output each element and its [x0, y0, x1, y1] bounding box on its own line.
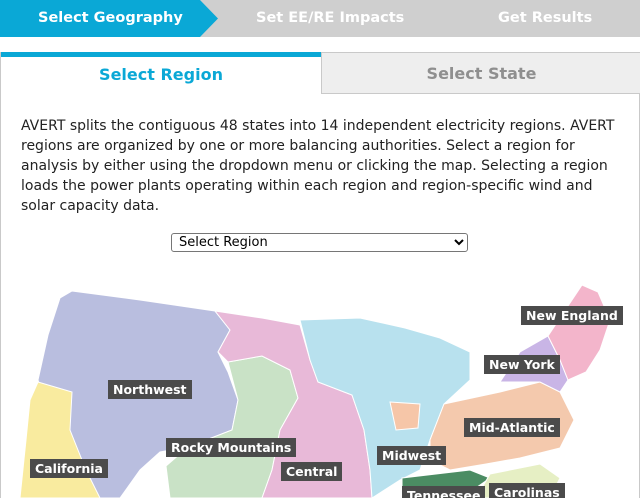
map-label-mid-atlantic[interactable]: Mid-Atlantic: [464, 418, 560, 437]
region-dropdown[interactable]: Select Region: [171, 233, 468, 252]
step-select-geography[interactable]: Select Geography: [38, 0, 183, 37]
tab-select-region[interactable]: Select Region: [1, 52, 321, 94]
step-set-impacts[interactable]: Set EE/RE Impacts: [256, 0, 404, 37]
map-label-california[interactable]: California: [30, 459, 108, 478]
intro-text: AVERT splits the contiguous 48 states in…: [21, 118, 615, 214]
map-label-new-york[interactable]: New York: [484, 355, 560, 374]
step-progress-bar: Select Geography Set EE/RE Impacts Get R…: [0, 0, 640, 37]
map-label-new-england[interactable]: New England: [521, 306, 623, 325]
tab-select-state[interactable]: Select State: [321, 52, 640, 94]
map-label-northwest[interactable]: Northwest: [108, 380, 192, 399]
step-get-results[interactable]: Get Results: [498, 0, 592, 37]
map-label-midwest[interactable]: Midwest: [377, 446, 447, 465]
map-label-central[interactable]: Central: [281, 462, 343, 481]
map-label-tennessee[interactable]: Tennessee: [402, 486, 486, 498]
map-label-carolinas[interactable]: Carolinas: [489, 483, 565, 498]
map-label-rocky-mountains[interactable]: Rocky Mountains: [166, 438, 297, 457]
